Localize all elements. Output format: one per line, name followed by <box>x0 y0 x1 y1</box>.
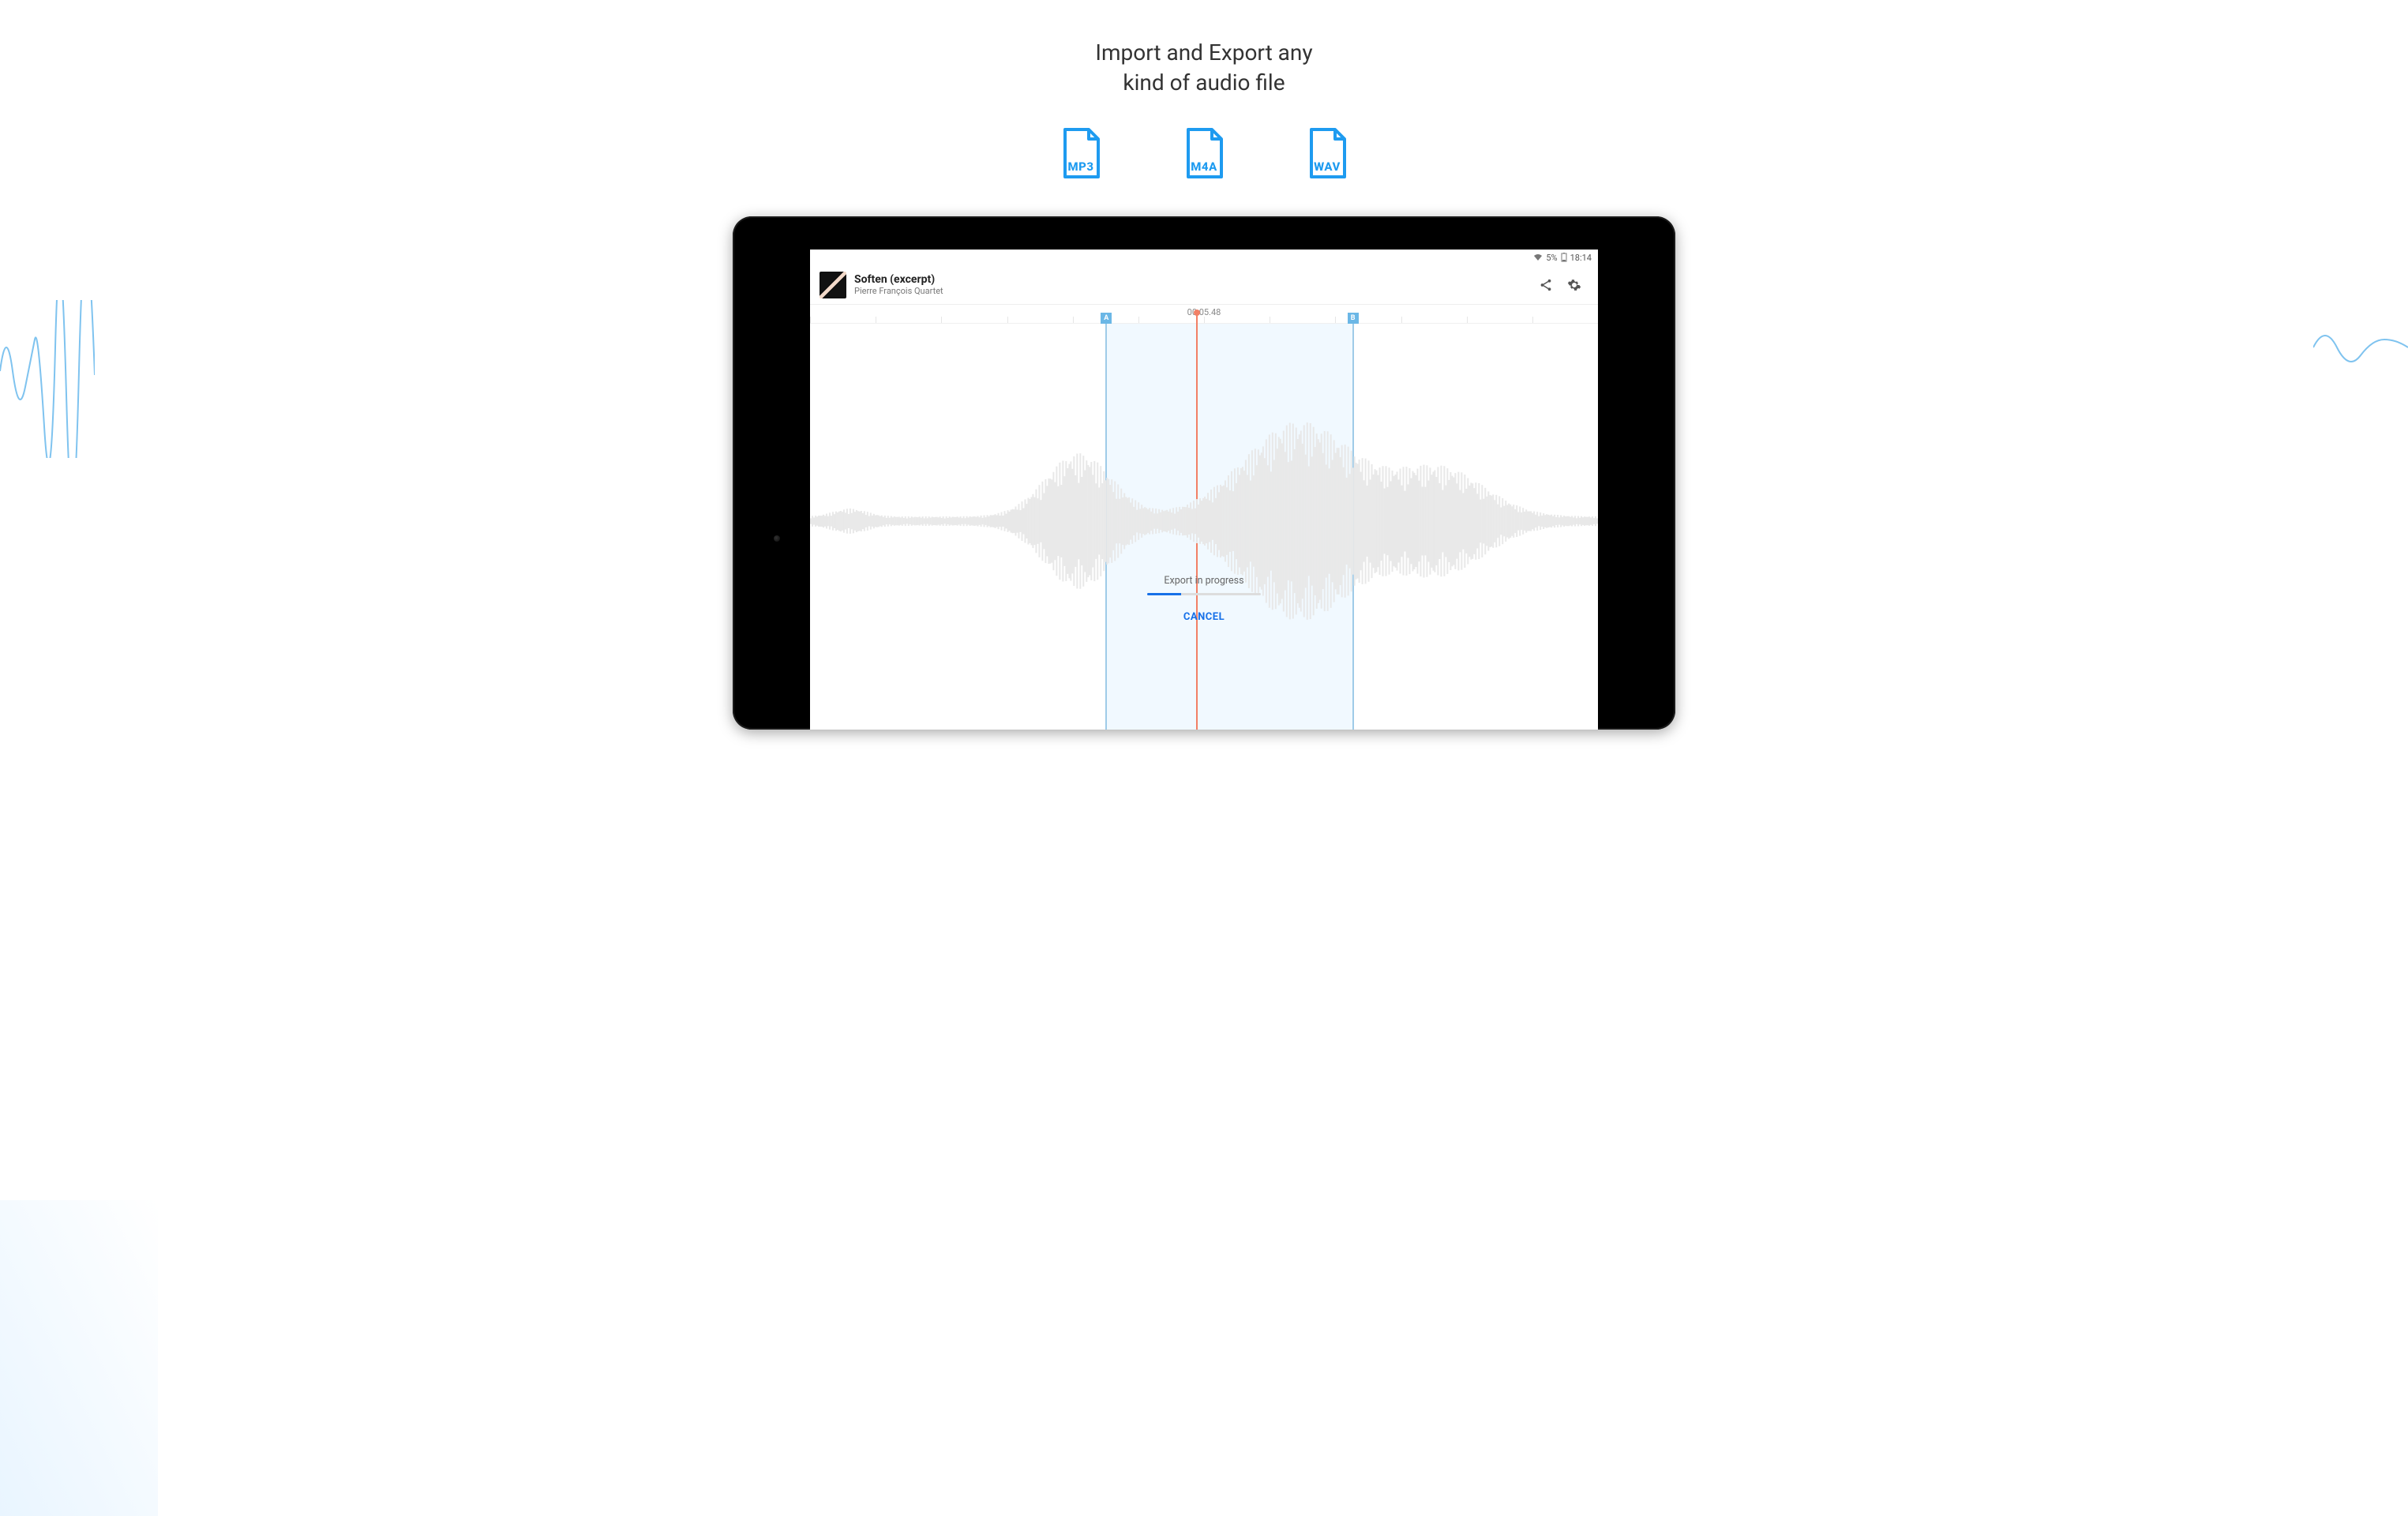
export-dialog: Export in progress CANCEL <box>1147 575 1261 623</box>
share-button[interactable] <box>1532 271 1560 299</box>
app-screen: 5% 18:14 Soften (excerpt) Pierre Françoi… <box>810 250 1598 730</box>
battery-icon <box>1561 253 1567 262</box>
export-progress-track <box>1147 593 1261 595</box>
format-icons-row: MP3 M4A WAV <box>0 128 2408 182</box>
waveform-graphic <box>810 355 1598 687</box>
battery-percent: 5% <box>1546 253 1557 263</box>
app-bar: Soften (excerpt) Pierre François Quartet <box>810 265 1598 305</box>
share-icon <box>1539 278 1553 292</box>
selection-handle-a[interactable]: A <box>1101 313 1112 324</box>
bg-gradient <box>0 1200 158 1516</box>
timeline-header: 00:05.48 <box>810 305 1598 324</box>
file-mp3-label: MP3 <box>1059 159 1103 174</box>
file-wav-icon: WAV <box>1305 128 1349 182</box>
cancel-button[interactable]: CANCEL <box>1147 611 1261 623</box>
android-status-bar: 5% 18:14 <box>810 250 1598 265</box>
track-artist: Pierre François Quartet <box>854 286 1532 296</box>
bg-wave-right <box>2313 300 2408 395</box>
file-m4a-icon: M4A <box>1182 128 1226 182</box>
tablet-mockup: 5% 18:14 Soften (excerpt) Pierre Françoi… <box>733 216 1675 730</box>
file-m4a-label: M4A <box>1182 159 1226 174</box>
gear-icon <box>1567 278 1581 292</box>
export-dialog-title: Export in progress <box>1147 575 1261 587</box>
track-info: Soften (excerpt) Pierre François Quartet <box>854 273 1532 296</box>
export-progress-fill <box>1147 593 1181 595</box>
timeline-ruler[interactable] <box>810 317 1598 323</box>
waveform-area[interactable]: A B Export in progress <box>810 324 1598 730</box>
headline: Import and Export any kind of audio file <box>0 0 2408 98</box>
bg-wave-left <box>0 300 95 458</box>
file-mp3-icon: MP3 <box>1059 128 1103 182</box>
headline-line2: kind of audio file <box>0 68 2408 98</box>
file-wav-label: WAV <box>1305 159 1349 174</box>
tablet-camera <box>774 535 780 542</box>
wifi-icon <box>1533 253 1543 261</box>
status-clock: 18:14 <box>1570 253 1592 263</box>
tablet-bezel: 5% 18:14 Soften (excerpt) Pierre Françoi… <box>733 216 1675 730</box>
settings-button[interactable] <box>1560 271 1588 299</box>
headline-line1: Import and Export any <box>0 38 2408 68</box>
track-title: Soften (excerpt) <box>854 273 1532 286</box>
selection-handle-b[interactable]: B <box>1348 313 1359 324</box>
album-art <box>820 272 846 298</box>
